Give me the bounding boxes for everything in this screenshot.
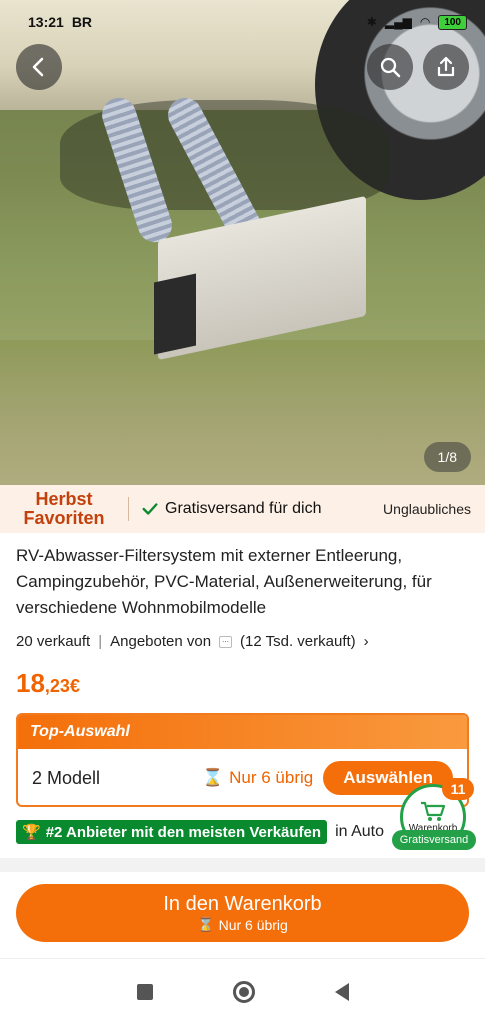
promo-strip[interactable]: Herbst Favoriten Gratisversand für dich … (0, 485, 485, 533)
hourglass-icon: ⌛ (197, 916, 215, 932)
back-button[interactable] (16, 44, 62, 90)
seller-sales: (12 Tsd. verkauft) (240, 633, 356, 650)
ranking-text: #2 Anbieter mit den meisten Verkäufen (45, 823, 322, 841)
badge-line-2: Favoriten (23, 508, 105, 528)
chevron-right-icon: › (363, 633, 369, 650)
ranking-row[interactable]: 🏆 #2 Anbieter mit den meisten Verkäufen … (16, 820, 384, 844)
image-pager: 1/8 (423, 442, 471, 472)
herbst-favoriten-badge: Herbst Favoriten (0, 485, 128, 533)
add-to-cart-label: In den Warenkorb (163, 893, 322, 915)
product-price: 18,23€ (16, 668, 80, 699)
carrier-icon: BR (71, 14, 93, 30)
badge-line-1: Herbst (35, 489, 93, 509)
recents-icon[interactable] (136, 983, 153, 1000)
free-shipping-text: Gratisversand für dich (165, 500, 322, 517)
wifi-icon: ◠ (419, 15, 431, 29)
battery-icon: 100 (438, 14, 467, 30)
status-time: 13:21 (28, 14, 64, 30)
status-icons: ✱ ▂▄▆ ◠ 100 (366, 14, 467, 30)
hourglass-icon: ⌛ (201, 768, 224, 787)
product-title: RV-Abwasser-Filtersystem mit externer En… (16, 546, 432, 617)
sold-count: 20 verkauft (16, 633, 91, 650)
price-fraction: ,23€ (44, 676, 80, 696)
meta-separator: | (98, 633, 103, 650)
add-to-cart-stock: ⌛ Nur 6 übrig (197, 916, 288, 933)
signal-icon: ▂▄▆ (384, 15, 412, 29)
share-icon (437, 56, 455, 77)
share-button[interactable] (423, 44, 469, 90)
chevron-left-icon (32, 57, 44, 77)
image-filter-box-end (154, 273, 196, 355)
price-integer: 18 (16, 668, 45, 698)
add-to-cart-button[interactable]: In den Warenkorb ⌛ Nur 6 übrig (16, 884, 469, 942)
search-icon (380, 57, 401, 78)
ranking-category: in Auto (335, 823, 384, 840)
promo-right-text: Unglaubliches (383, 501, 471, 517)
stock-indicator: ⌛ Nur 6 übrig (202, 768, 313, 788)
sales-info[interactable]: 20 verkauft | Angeboten von ⋯ (12 Tsd. v… (16, 633, 369, 650)
add-to-cart-stock-text: Nur 6 übrig (218, 916, 288, 933)
image-grass (0, 340, 485, 485)
system-nav-bar (0, 958, 485, 1024)
stock-text: Nur 6 übrig (229, 768, 314, 787)
variant-model: 2 Modell (32, 767, 101, 788)
home-icon[interactable] (232, 980, 255, 1003)
cart-count-badge: 11 (442, 778, 474, 800)
cart-icon (421, 801, 446, 821)
free-shipping-note: Gratisversand für dich (129, 500, 322, 518)
ranking-badge: 🏆 #2 Anbieter mit den meisten Verkäufen (16, 820, 328, 844)
back-nav-icon[interactable] (334, 982, 349, 1001)
trophy-icon: 🏆 (22, 824, 41, 841)
seller-logo-icon: ⋯ (219, 635, 233, 648)
status-bar: 13:21 BR ✱ ▂▄▆ ◠ 100 (0, 0, 485, 44)
section-divider (0, 858, 485, 872)
bluetooth-icon: ✱ (366, 15, 377, 29)
check-icon (142, 503, 158, 515)
cart-free-shipping: Gratisversand (392, 830, 476, 850)
top-selection-header: Top-Auswahl (18, 715, 467, 749)
floating-cart-button[interactable]: Warenkorb 11 Gratisversand (392, 778, 476, 852)
offered-by-label: Angeboten von (110, 633, 212, 650)
search-button[interactable] (367, 44, 413, 90)
